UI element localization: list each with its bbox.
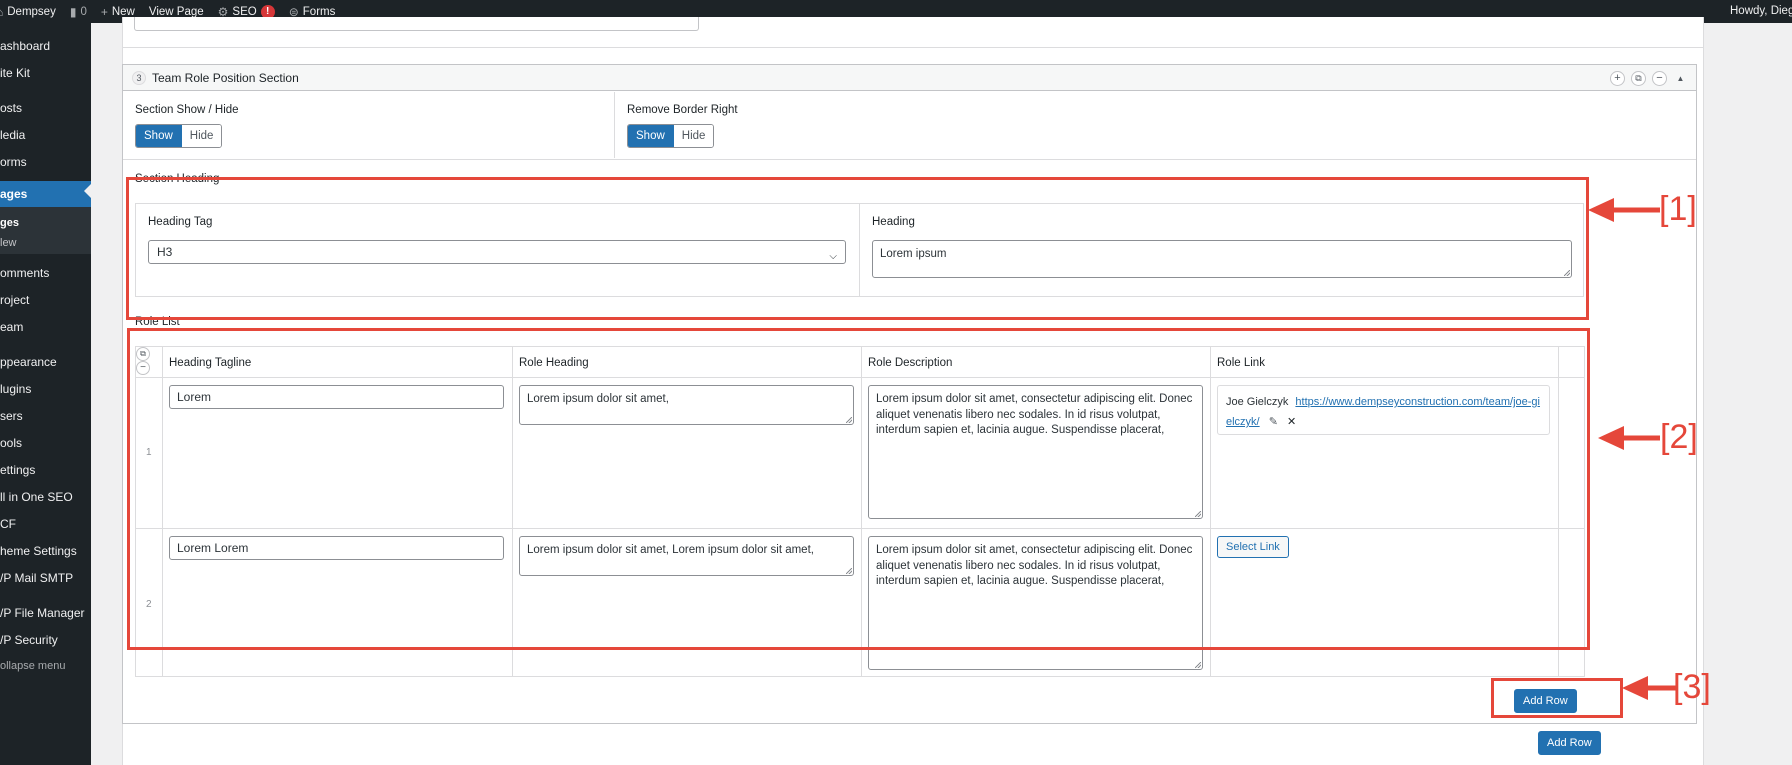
divider [614, 92, 615, 158]
remove-border-right-label: Remove Border Right [627, 104, 738, 116]
admin-sidebar: ashboard ite Kit osts ledia orms ages ge… [0, 23, 91, 765]
annotation-label-1: [1] [1659, 190, 1697, 228]
sidebar-item-forms[interactable]: orms [0, 152, 91, 172]
sidebar-item-project[interactable]: roject [0, 290, 91, 310]
sidebar-item-posts[interactable]: osts [0, 98, 91, 118]
site-name-link[interactable]: ⌂ Dempsey [0, 5, 56, 19]
layout-header[interactable]: 3 Team Role Position Section + ⧉ − ▲ [123, 65, 1696, 91]
sidebar-item-theme-settings[interactable]: heme Settings [0, 541, 91, 561]
sidebar-item-comments[interactable]: omments [0, 263, 91, 283]
sidebar-item-pages[interactable]: ages [0, 181, 91, 207]
divider [123, 159, 1696, 160]
comments-link[interactable]: ▮ 0 [70, 5, 87, 19]
section-hide-button[interactable]: Hide [181, 125, 222, 147]
sidebar-item-settings[interactable]: ettings [0, 460, 91, 480]
comments-count: 0 [80, 5, 87, 18]
view-page-link[interactable]: View Page [149, 6, 204, 18]
sidebar-item-users[interactable]: sers [0, 406, 91, 426]
home-icon: ⌂ [0, 5, 3, 19]
sidebar-item-team[interactable]: eam [0, 317, 91, 337]
add-layout-icon[interactable]: + [1610, 71, 1625, 86]
annotation-box-3 [1491, 678, 1623, 718]
sidebar-item-appearance[interactable]: ppearance [0, 352, 91, 372]
sidebar-subitem-all-pages[interactable]: ges [0, 213, 91, 233]
view-page-label: View Page [148, 5, 204, 18]
collapse-caret-icon[interactable]: ▲ [1673, 71, 1688, 86]
remove-border-right-toggle: Show Hide [627, 124, 715, 148]
layout-order-badge: 3 [132, 70, 146, 85]
sidebar-item-site-kit[interactable]: ite Kit [0, 63, 91, 83]
layout-title: Team Role Position Section [152, 70, 299, 85]
section-show-hide-label: Section Show / Hide [135, 104, 239, 116]
sidebar-item-acf[interactable]: CF [0, 514, 91, 534]
sidebar-item-wp-mail-smtp[interactable]: /P Mail SMTP [0, 568, 91, 588]
sidebar-item-wp-security[interactable]: /P Security [0, 630, 91, 650]
annotation-box-1 [126, 177, 1589, 320]
comment-icon: ▮ [69, 4, 77, 19]
plus-icon: + [100, 4, 108, 19]
annotation-arrow-1 [1588, 198, 1660, 222]
howdy-user-menu[interactable]: Howdy, Dieg [1730, 0, 1792, 23]
sidebar-item-all-in-one-seo[interactable]: ll in One SEO [0, 487, 91, 507]
border-show-button[interactable]: Show [628, 125, 674, 147]
border-hide-button[interactable]: Hide [673, 125, 714, 147]
annotation-arrow-2 [1598, 426, 1660, 450]
seo-label: SEO [232, 5, 257, 18]
sidebar-item-tools[interactable]: ools [0, 433, 91, 453]
forms-label: Forms [302, 5, 336, 18]
sidebar-item-plugins[interactable]: lugins [0, 379, 91, 399]
new-label: New [111, 5, 135, 18]
divider [122, 47, 1704, 48]
previous-field-remnant [134, 17, 699, 31]
annotation-box-2 [127, 328, 1590, 650]
remove-layout-icon[interactable]: − [1652, 71, 1667, 86]
section-show-hide-toggle: Show Hide [135, 124, 223, 148]
duplicate-layout-icon[interactable]: ⧉ [1631, 71, 1646, 86]
section-show-button[interactable]: Show [136, 125, 182, 147]
layout-controls: + ⧉ − ▲ [1610, 71, 1688, 86]
sidebar-item-wp-file-manager[interactable]: /P File Manager [0, 603, 91, 623]
collapse-menu-button[interactable]: ollapse menu [0, 656, 91, 676]
annotation-arrow-3 [1622, 676, 1678, 700]
sidebar-subitem-add-new[interactable]: lew [0, 233, 91, 253]
site-name: Dempsey [7, 5, 56, 18]
annotation-label-3: [3] [1673, 668, 1711, 706]
sidebar-item-media[interactable]: ledia [0, 125, 91, 145]
annotation-label-2: [2] [1660, 418, 1698, 456]
sidebar-item-dashboard[interactable]: ashboard [0, 36, 91, 56]
outer-add-row-button[interactable]: Add Row [1538, 731, 1601, 755]
